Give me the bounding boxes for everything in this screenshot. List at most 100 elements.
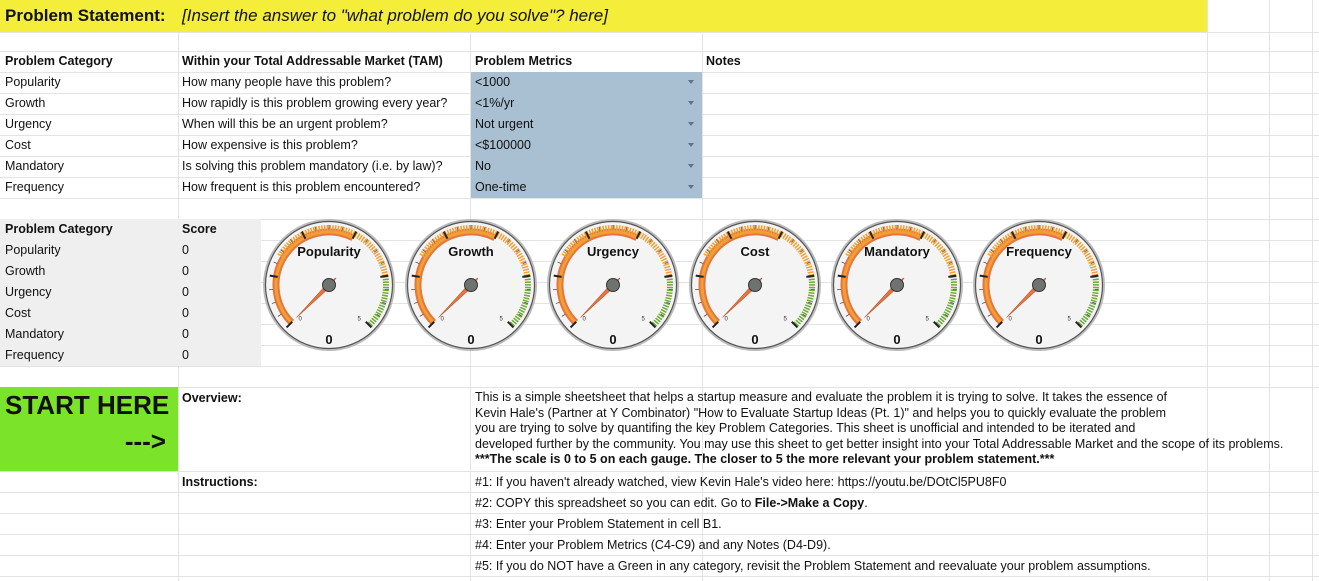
metric-category-label: Growth bbox=[5, 96, 46, 110]
metric-category-label: Popularity bbox=[5, 75, 61, 89]
overview-line: Kevin Hale's (Partner at Y Combinator) "… bbox=[475, 405, 1167, 420]
gauge-title: Growth bbox=[448, 244, 494, 259]
gauge-title: Popularity bbox=[297, 244, 361, 259]
score-value: 0 bbox=[182, 243, 189, 257]
grid-col-line bbox=[1207, 0, 1208, 581]
gauge-title: Cost bbox=[741, 244, 771, 259]
header-problem-category: Problem Category bbox=[5, 54, 113, 68]
gauge-major-tick bbox=[837, 274, 846, 278]
overview-line: developed further by the community. You … bbox=[475, 436, 1284, 451]
metric-dropdown[interactable]: One-time bbox=[471, 177, 702, 198]
gauge-svg: 0 5Cost0 bbox=[689, 219, 821, 351]
instruction-step: #4: Enter your Problem Metrics (C4-C9) a… bbox=[475, 538, 831, 552]
problem-statement-input[interactable]: [Insert the answer to "what problem do y… bbox=[182, 6, 608, 26]
gauge-svg: 0 5Growth0 bbox=[405, 219, 537, 351]
metric-dropdown-value: <1000 bbox=[475, 75, 511, 89]
notes-cell[interactable] bbox=[703, 93, 1206, 114]
chevron-down-icon[interactable] bbox=[688, 185, 694, 189]
instruction-step: #5: If you do NOT have a Green in any ca… bbox=[475, 559, 1151, 573]
chevron-down-icon[interactable] bbox=[688, 101, 694, 105]
gauge-cost: 0 5 Cost 0 bbox=[687, 217, 823, 353]
instruction-emphasis: File->Make a Copy bbox=[754, 496, 865, 510]
notes-cell[interactable] bbox=[703, 156, 1206, 177]
gauge-value-label: 0 bbox=[893, 332, 900, 347]
instruction-step: #2: COPY this spreadsheet so you can edi… bbox=[475, 496, 868, 510]
metric-category-label: Frequency bbox=[5, 180, 65, 194]
grid-row-line bbox=[0, 198, 1319, 199]
metric-question: How frequent is this problem encountered… bbox=[182, 180, 421, 194]
overview-scale-note: ***The scale is 0 to 5 on each gauge. Th… bbox=[475, 452, 1055, 466]
metric-dropdown[interactable]: <1000 bbox=[471, 72, 702, 93]
instructions-label: Instructions: bbox=[182, 475, 258, 489]
grid-col-line bbox=[1269, 0, 1270, 581]
gauge-major-tick bbox=[269, 274, 278, 278]
problem-statement-row[interactable]: Problem Statement: [Insert the answer to… bbox=[0, 0, 1207, 32]
metric-dropdown-value: <$100000 bbox=[475, 138, 531, 152]
gauge-major-tick bbox=[664, 274, 673, 278]
metric-dropdown[interactable]: <1%/yr bbox=[471, 93, 702, 114]
metric-dropdown[interactable]: Not urgent bbox=[471, 114, 702, 135]
gauge-title: Urgency bbox=[587, 244, 640, 259]
gauge-growth: 0 5 Growth 0 bbox=[403, 217, 539, 353]
gauge-value-label: 0 bbox=[609, 332, 616, 347]
gauge-major-tick bbox=[553, 274, 562, 278]
score-category-label: Urgency bbox=[5, 285, 52, 299]
chevron-down-icon[interactable] bbox=[688, 164, 694, 168]
notes-cell[interactable] bbox=[703, 177, 1206, 198]
score-header-score: Score bbox=[182, 222, 217, 236]
instruction-step: #3: Enter your Problem Statement in cell… bbox=[475, 517, 722, 531]
metric-category-label: Urgency bbox=[5, 117, 52, 131]
gauge-major-tick bbox=[979, 274, 988, 278]
metric-question: When will this be an urgent problem? bbox=[182, 117, 388, 131]
gauge-hub bbox=[606, 278, 620, 292]
gauge-value-label: 0 bbox=[1035, 332, 1042, 347]
gauge-title: Frequency bbox=[1006, 244, 1073, 259]
notes-cell[interactable] bbox=[703, 72, 1206, 93]
metric-dropdown[interactable]: <$100000 bbox=[471, 135, 702, 156]
score-category-label: Growth bbox=[5, 264, 46, 278]
gauge-popularity: 0 5 Popularity 0 bbox=[261, 217, 397, 353]
score-header-category: Problem Category bbox=[5, 222, 113, 236]
start-here-title: START HERE bbox=[5, 390, 170, 420]
metric-dropdown[interactable]: No bbox=[471, 156, 702, 177]
start-here-cell[interactable]: START HERE ---> bbox=[0, 387, 178, 471]
gauge-svg: 0 5Mandatory0 bbox=[831, 219, 963, 351]
score-category-label: Frequency bbox=[5, 348, 65, 362]
metric-question: How expensive is this problem? bbox=[182, 138, 358, 152]
gauge-major-tick bbox=[1090, 274, 1099, 278]
gauge-hub bbox=[1032, 278, 1046, 292]
gauge-major-tick bbox=[695, 274, 704, 278]
metric-question: How rapidly is this problem growing ever… bbox=[182, 96, 448, 110]
metric-dropdown-value: <1%/yr bbox=[475, 96, 515, 110]
problem-statement-label: Problem Statement: bbox=[5, 6, 166, 25]
header-notes: Notes bbox=[706, 54, 741, 68]
gauge-title: Mandatory bbox=[864, 244, 931, 259]
gauge-svg: 0 5Frequency0 bbox=[973, 219, 1105, 351]
chevron-down-icon[interactable] bbox=[688, 80, 694, 84]
gauge-hub bbox=[890, 278, 904, 292]
gauge-svg: 0 5Urgency0 bbox=[547, 219, 679, 351]
overview-text: This is a simple sheetsheet that helps a… bbox=[475, 390, 1319, 468]
gauge-mandatory: 0 5 Mandatory 0 bbox=[829, 217, 965, 353]
grid-row-line bbox=[0, 366, 1319, 367]
metric-question: Is solving this problem mandatory (i.e. … bbox=[182, 159, 443, 173]
chevron-down-icon[interactable] bbox=[688, 143, 694, 147]
overview-label: Overview: bbox=[182, 391, 242, 405]
gauge-hub bbox=[322, 278, 336, 292]
gauge-major-tick bbox=[411, 274, 420, 278]
gauge-hub bbox=[464, 278, 478, 292]
gauge-major-tick bbox=[948, 274, 957, 278]
start-here-arrow: ---> bbox=[124, 426, 166, 456]
notes-cell[interactable] bbox=[703, 114, 1206, 135]
gauge-value-label: 0 bbox=[467, 332, 474, 347]
score-category-label: Mandatory bbox=[5, 327, 65, 341]
chevron-down-icon[interactable] bbox=[688, 122, 694, 126]
gauge-value-label: 0 bbox=[751, 332, 758, 347]
overview-line: This is a simple sheetsheet that helps a… bbox=[475, 390, 1168, 404]
score-category-label: Popularity bbox=[5, 243, 61, 257]
score-value: 0 bbox=[182, 306, 189, 320]
header-problem-metrics: Problem Metrics bbox=[475, 54, 573, 68]
notes-cell[interactable] bbox=[703, 135, 1206, 156]
gauge-major-tick bbox=[522, 274, 531, 278]
instruction-step: #1: If you haven't already watched, view… bbox=[475, 475, 1007, 489]
